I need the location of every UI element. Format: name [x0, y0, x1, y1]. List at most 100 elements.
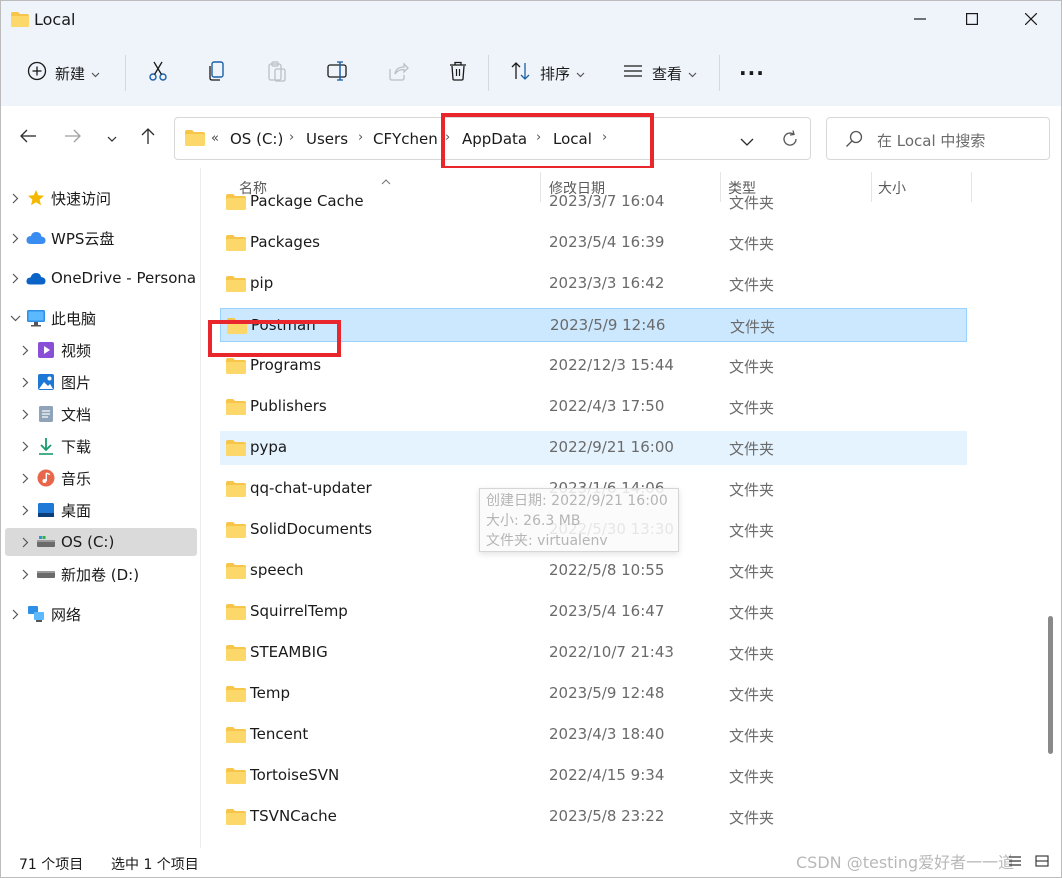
file-modified: 2022/4/3 17:50: [549, 397, 665, 415]
title-bar[interactable]: Local: [1, 1, 1061, 41]
sidebar-item-music[interactable]: 音乐: [15, 464, 197, 492]
sidebar-item-pictures[interactable]: 图片: [15, 368, 197, 396]
sidebar-item-label: OneDrive - Persona: [51, 269, 197, 287]
details-view-button[interactable]: [1004, 851, 1026, 873]
search-placeholder: 在 Local 中搜索: [877, 132, 986, 150]
file-row[interactable]: TortoiseSVN 2022/4/15 9:34 文件夹: [220, 759, 967, 793]
sidebar-item-documents[interactable]: 文档: [15, 400, 197, 428]
file-row[interactable]: STEAMBIG 2022/10/7 21:43 文件夹: [220, 636, 967, 670]
chevron-right-icon[interactable]: [15, 473, 35, 484]
forward-button[interactable]: [60, 125, 86, 151]
file-row[interactable]: Publishers 2022/4/3 17:50 文件夹: [220, 390, 967, 424]
chevron-right-icon[interactable]: [15, 505, 35, 516]
tiles-view-icon: [1035, 853, 1049, 871]
file-row[interactable]: pip 2023/3/3 16:42 文件夹: [220, 267, 967, 301]
sidebar-item-label: 视频: [61, 341, 92, 360]
close-button[interactable]: [1005, 1, 1057, 39]
address-history-button[interactable]: [740, 133, 754, 151]
file-row[interactable]: Packages 2023/5/4 16:39 文件夹: [220, 226, 967, 260]
sidebar-item-downloads[interactable]: 下载: [15, 432, 197, 460]
vertical-scrollbar-thumb[interactable]: [1048, 616, 1053, 754]
chevron-right-icon[interactable]: [15, 441, 35, 452]
file-modified: 2023/3/7 16:04: [549, 192, 665, 210]
sidebar-item-network[interactable]: 网络: [5, 600, 197, 628]
breadcrumb-users[interactable]: Users: [306, 130, 348, 148]
maximize-button[interactable]: [946, 1, 998, 39]
paste-button[interactable]: [266, 55, 288, 91]
chevron-right-icon[interactable]: [5, 193, 25, 204]
chevron-right-icon[interactable]: [5, 233, 25, 244]
chevron-right-icon[interactable]: [5, 609, 25, 620]
column-divider[interactable]: [971, 172, 972, 202]
overflow-crumb[interactable]: «: [211, 131, 219, 146]
chevron-right-icon[interactable]: ›: [289, 130, 294, 145]
toolbar-divider: [719, 55, 720, 91]
file-type: 文件夹: [729, 194, 775, 212]
folder-icon: [226, 399, 246, 419]
star-icon: [25, 188, 47, 208]
view-list-icon: [622, 60, 644, 86]
chevron-right-icon[interactable]: [15, 345, 35, 356]
sidebar-item-quick-access[interactable]: 快速访问: [5, 184, 197, 212]
file-type: 文件夹: [730, 318, 776, 336]
window-title: Local: [34, 10, 76, 29]
file-row[interactable]: pypa 2022/9/21 16:00 文件夹: [220, 431, 967, 465]
rename-button[interactable]: [326, 55, 350, 91]
recent-locations-button[interactable]: [99, 125, 125, 151]
file-row[interactable]: TSVNCache 2023/5/8 23:22 文件夹: [220, 800, 967, 834]
breadcrumb-cfychen[interactable]: CFYchen: [373, 130, 438, 148]
copy-icon: [206, 60, 228, 86]
up-button[interactable]: [135, 125, 161, 151]
file-name: STEAMBIG: [250, 643, 328, 661]
chevron-down-icon: [576, 64, 585, 82]
chevron-right-icon[interactable]: [15, 377, 35, 388]
file-modified: 2022/4/15 9:34: [549, 766, 665, 784]
window-chrome: Local 新建 排序 查看 ···: [1, 1, 1061, 106]
sidebar-item-videos[interactable]: 视频: [15, 336, 197, 364]
sidebar-item-d-drive[interactable]: 新加卷 (D:): [15, 560, 197, 588]
file-row[interactable]: Package Cache 2023/3/7 16:04 文件夹: [220, 185, 967, 219]
folder-icon: [226, 563, 246, 583]
chevron-right-icon[interactable]: [15, 569, 35, 580]
item-count: 71 个项目: [19, 857, 84, 873]
file-row[interactable]: speech 2022/5/8 10:55 文件夹: [220, 554, 967, 588]
new-button[interactable]: 新建: [27, 55, 100, 91]
sidebar-item-wps-cloud[interactable]: WPS云盘: [5, 224, 197, 252]
back-button[interactable]: [15, 125, 41, 151]
tooltip-created: 创建日期: 2022/9/21 16:00: [486, 493, 668, 509]
documents-icon: [35, 404, 57, 424]
minimize-button[interactable]: [894, 1, 946, 39]
sidebar-item-desktop[interactable]: 桌面: [15, 496, 197, 524]
view-button[interactable]: 查看: [622, 55, 697, 91]
sidebar-item-this-pc[interactable]: 此电脑: [5, 304, 197, 332]
delete-button[interactable]: [447, 55, 469, 91]
file-type: 文件夹: [729, 686, 775, 704]
refresh-button[interactable]: [780, 129, 800, 153]
folder-icon: [226, 194, 246, 214]
cut-button[interactable]: [147, 55, 169, 91]
file-name: Temp: [250, 684, 290, 702]
share-button[interactable]: [387, 55, 409, 91]
copy-button[interactable]: [206, 55, 228, 91]
breadcrumb-os-c[interactable]: OS (C:): [230, 130, 283, 148]
file-modified: 2023/5/9 12:48: [549, 684, 665, 702]
chevron-down-icon[interactable]: [5, 315, 25, 322]
file-row[interactable]: Temp 2023/5/9 12:48 文件夹: [220, 677, 967, 711]
tiles-view-button[interactable]: [1031, 851, 1053, 873]
rename-icon: [326, 60, 350, 86]
sort-button[interactable]: 排序: [510, 55, 585, 91]
sidebar-item-onedrive[interactable]: OneDrive - Persona: [5, 264, 197, 292]
file-modified: 2022/5/8 10:55: [549, 561, 665, 579]
file-row[interactable]: SquirrelTemp 2023/5/4 16:47 文件夹: [220, 595, 967, 629]
chevron-right-icon[interactable]: [5, 273, 25, 284]
file-row[interactable]: Tencent 2023/4/3 18:40 文件夹: [220, 718, 967, 752]
sidebar-item-os-c[interactable]: OS (C:): [5, 528, 197, 556]
chevron-right-icon[interactable]: [15, 537, 35, 548]
chevron-right-icon[interactable]: [15, 409, 35, 420]
view-label: 查看: [652, 64, 683, 83]
chevron-right-icon[interactable]: ›: [358, 130, 363, 145]
search-input[interactable]: 在 Local 中搜索: [826, 117, 1050, 160]
folder-icon: [226, 768, 246, 788]
folder-icon: [185, 130, 205, 150]
more-options-button[interactable]: ···: [739, 55, 765, 91]
